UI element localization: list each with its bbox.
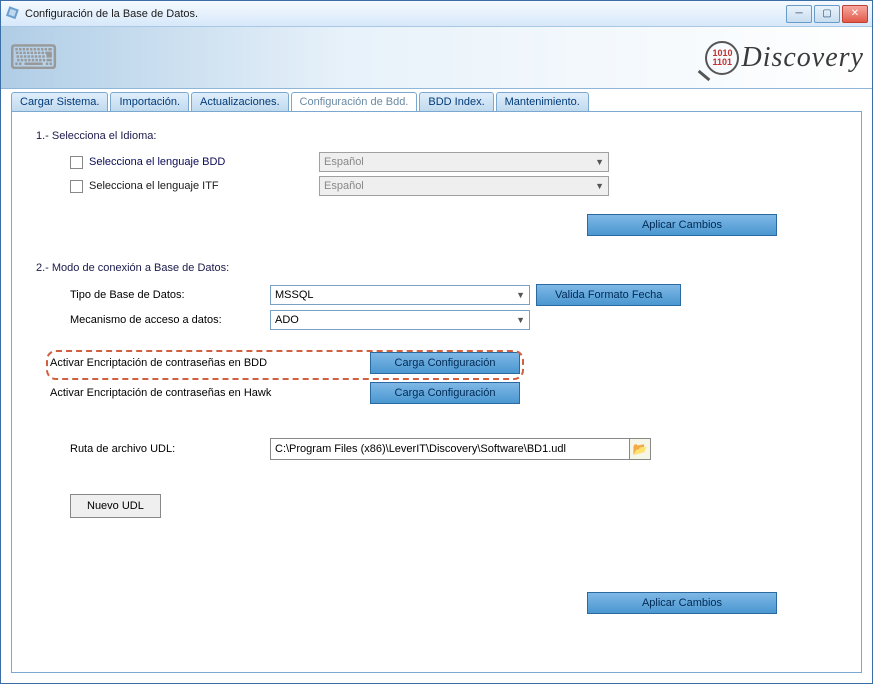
itf-language-select[interactable]: Español ▼ — [319, 176, 609, 196]
chevron-down-icon: ▼ — [595, 157, 604, 167]
dbtype-select[interactable]: MSSQL ▼ — [270, 285, 530, 305]
close-button[interactable]: ✕ — [842, 5, 868, 23]
chevron-down-icon: ▼ — [516, 290, 525, 300]
tab-importacion[interactable]: Importación. — [110, 92, 189, 111]
titlebar[interactable]: Configuración de la Base de Datos. ─ ▢ ✕ — [1, 1, 872, 27]
keyboard-icon: ⌨ — [9, 38, 52, 78]
chevron-down-icon: ▼ — [516, 315, 525, 325]
tab-row: Cargar Sistema. Importación. Actualizaci… — [1, 89, 872, 111]
bdd-language-label: Selecciona el lenguaje BDD — [89, 156, 319, 168]
section1-heading: 1.- Selecciona el Idioma: — [36, 130, 837, 142]
maximize-button[interactable]: ▢ — [814, 5, 840, 23]
chevron-down-icon: ▼ — [595, 181, 604, 191]
window-title: Configuración de la Base de Datos. — [25, 8, 786, 20]
browse-folder-button[interactable]: 📂 — [629, 438, 651, 460]
bdd-language-checkbox[interactable] — [70, 156, 83, 169]
app-icon — [5, 6, 21, 22]
dbtype-label: Tipo de Base de Datos: — [70, 289, 270, 301]
tab-mantenimiento[interactable]: Mantenimiento. — [496, 92, 589, 111]
tab-cargar-sistema[interactable]: Cargar Sistema. — [11, 92, 108, 111]
content-panel: 1.- Selecciona el Idioma: Selecciona el … — [11, 111, 862, 673]
bdd-language-select[interactable]: Español ▼ — [319, 152, 609, 172]
apply-language-button[interactable]: Aplicar Cambios — [587, 214, 777, 236]
magnifier-icon: 1010 1101 — [705, 41, 739, 75]
itf-language-label: Selecciona el lenguaje ITF — [89, 180, 319, 192]
enc-hawk-button[interactable]: Carga Configuración — [370, 382, 520, 404]
logo: 1010 1101 Discovery — [705, 41, 864, 75]
tab-actualizaciones[interactable]: Actualizaciones. — [191, 92, 289, 111]
enc-bdd-label: Activar Encriptación de contraseñas en B… — [50, 357, 370, 369]
enc-hawk-label: Activar Encriptación de contraseñas en H… — [50, 387, 370, 399]
tab-bdd-index[interactable]: BDD Index. — [419, 92, 493, 111]
minimize-button[interactable]: ─ — [786, 5, 812, 23]
apply-connection-button[interactable]: Aplicar Cambios — [587, 592, 777, 614]
tab-configuracion-bdd[interactable]: Configuración de Bdd. — [291, 92, 418, 111]
valida-formato-button[interactable]: Valida Formato Fecha — [536, 284, 681, 306]
itf-language-checkbox[interactable] — [70, 180, 83, 193]
mech-select[interactable]: ADO ▼ — [270, 310, 530, 330]
section2-heading: 2.- Modo de conexión a Base de Datos: — [36, 262, 837, 274]
folder-open-icon: 📂 — [633, 442, 648, 456]
nuevo-udl-button[interactable]: Nuevo UDL — [70, 494, 161, 518]
app-window: Configuración de la Base de Datos. ─ ▢ ✕… — [0, 0, 873, 684]
udl-path-label: Ruta de archivo UDL: — [70, 443, 270, 455]
udl-path-input[interactable]: C:\Program Files (x86)\LeverIT\Discovery… — [270, 438, 630, 460]
header-banner: ⌨ 1010 1101 Discovery — [1, 27, 872, 89]
logo-text: Discovery — [741, 42, 864, 74]
mech-label: Mecanismo de acceso a datos: — [70, 314, 270, 326]
enc-bdd-button[interactable]: Carga Configuración — [370, 352, 520, 374]
